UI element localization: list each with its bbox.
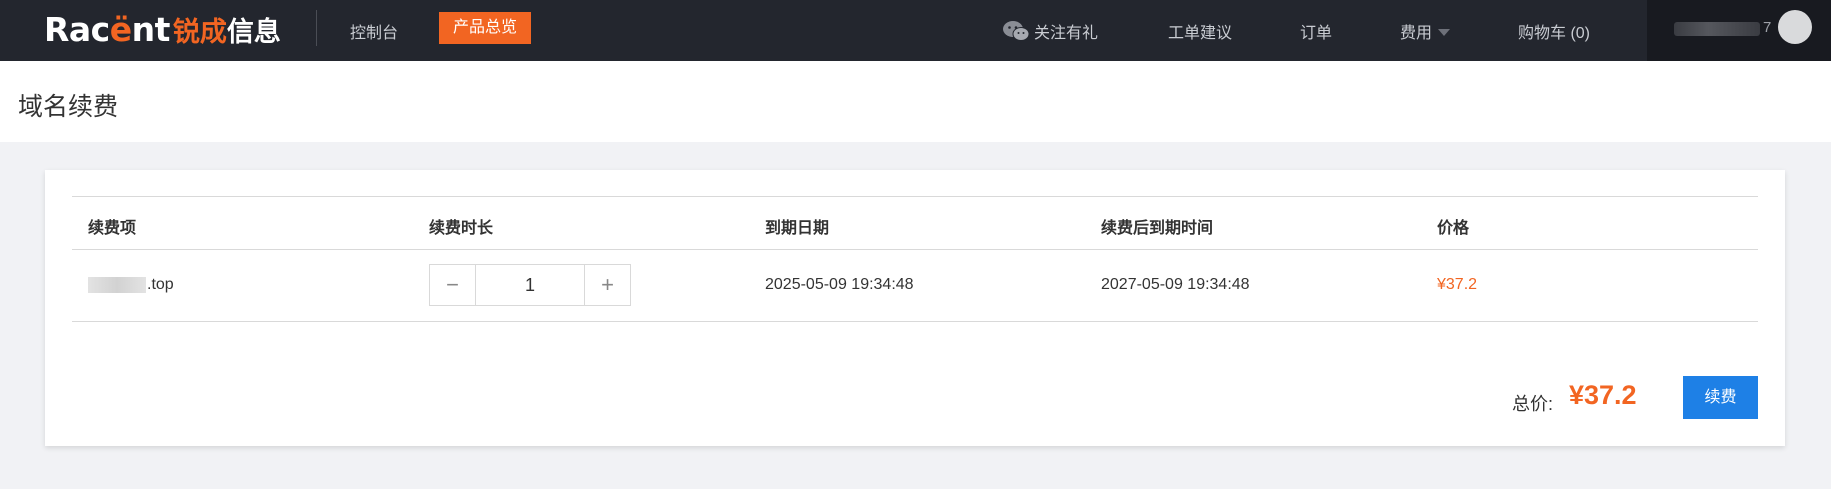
nav-products-button[interactable]: 产品总览 xyxy=(439,12,531,44)
nav-orders-link[interactable]: 订单 xyxy=(1300,19,1332,43)
nav-follow-link[interactable]: 关注有礼 xyxy=(1002,19,1098,43)
nav-ticket-link[interactable]: 工单建议 xyxy=(1168,19,1232,43)
user-menu[interactable]: 7 xyxy=(1647,0,1831,61)
nav-divider xyxy=(316,10,317,46)
plus-icon[interactable]: + xyxy=(584,265,630,305)
price: ¥37.2 xyxy=(1437,276,1478,293)
nav-cart-link[interactable]: 购物车 (0) xyxy=(1518,19,1590,43)
total-label: 总价: xyxy=(1512,394,1554,414)
wechat-icon xyxy=(1003,21,1030,41)
duration-value[interactable]: 1 xyxy=(476,265,584,305)
header-item: 续费项 xyxy=(88,220,137,237)
domain-suffix: .top xyxy=(147,276,174,293)
header-duration: 续费时长 xyxy=(429,220,494,237)
total-value: ¥37.2 xyxy=(1569,380,1637,410)
logo[interactable]: Racënt 锐成信息 xyxy=(44,9,281,49)
renewal-card: 续费项 续费时长 到期日期 续费后到期时间 价格 .top − 1 + 2025… xyxy=(45,170,1785,446)
top-navbar: Racënt 锐成信息 控制台 产品总览 关注有礼 工单建议 订单 费用 购物车… xyxy=(0,0,1831,61)
duration-stepper[interactable]: − 1 + xyxy=(429,264,631,306)
caret-down-icon xyxy=(1438,28,1451,36)
table-header: 续费项 续费时长 到期日期 续费后到期时间 价格 xyxy=(72,196,1758,250)
nav-fees-label: 费用 xyxy=(1400,25,1433,42)
renew-button[interactable]: 续费 xyxy=(1683,376,1758,419)
new-expire-date: 2027-05-09 19:34:48 xyxy=(1101,276,1250,293)
header-price: 价格 xyxy=(1437,220,1470,237)
page-header: 域名续费 xyxy=(0,61,1831,142)
nav-console-link[interactable]: 控制台 xyxy=(350,19,398,43)
header-new-expire: 续费后到期时间 xyxy=(1101,220,1214,237)
renewal-table: 续费项 续费时长 到期日期 续费后到期时间 价格 .top − 1 + 2025… xyxy=(72,196,1758,322)
expire-date: 2025-05-09 19:34:48 xyxy=(765,276,914,293)
username-redacted xyxy=(1674,22,1760,36)
domain-cell: .top xyxy=(88,276,174,294)
logo-cn-text: 锐成信息 xyxy=(172,16,281,48)
domain-name-redacted xyxy=(88,277,146,293)
nav-follow-label: 关注有礼 xyxy=(1034,25,1099,42)
page-title: 域名续费 xyxy=(18,93,119,121)
header-expire-date: 到期日期 xyxy=(765,220,830,237)
logo-wordmark: Racënt xyxy=(44,9,170,49)
username-tail: 7 xyxy=(1763,19,1772,36)
table-row: .top − 1 + 2025-05-09 19:34:48 2027-05-0… xyxy=(72,250,1758,322)
nav-fees-dropdown[interactable]: 费用 xyxy=(1400,19,1451,43)
minus-icon[interactable]: − xyxy=(430,265,476,305)
avatar[interactable] xyxy=(1778,10,1812,44)
